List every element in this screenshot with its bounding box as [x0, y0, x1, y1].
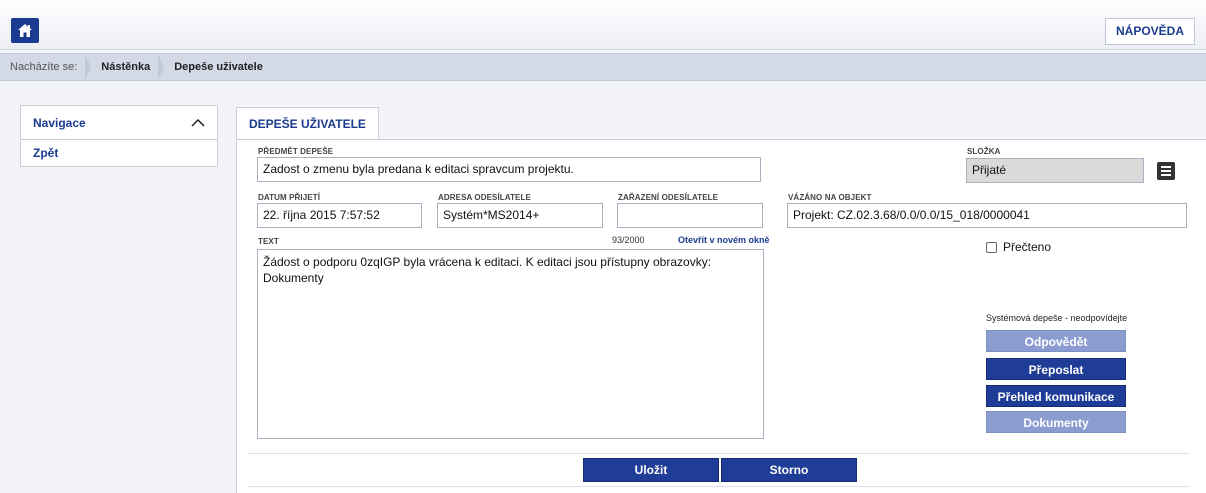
help-button[interactable]: NÁPOVĚDA	[1104, 18, 1195, 45]
text-label: TEXT	[258, 237, 279, 246]
subject-field[interactable]: Zadost o zmenu byla predana k editaci sp…	[257, 157, 761, 182]
folder-label: SLOŽKA	[967, 147, 1001, 156]
divider-top	[247, 453, 1189, 454]
divider-bottom	[247, 486, 1189, 487]
breadcrumb-label: Nacházíte se:	[0, 54, 92, 80]
home-button[interactable]	[11, 18, 39, 43]
received-date-label: DATUM PŘIJETÍ	[258, 193, 321, 202]
cancel-button[interactable]: Storno	[721, 458, 857, 482]
system-message-note: Systémová depeše - neodpovídejte	[986, 313, 1128, 323]
sender-address-label: ADRESA ODESÍLATELE	[438, 193, 531, 202]
forward-button[interactable]: Přeposlat	[986, 358, 1126, 380]
open-in-new-window-link[interactable]: Otevřít v novém okně	[678, 235, 770, 245]
nav-item-back[interactable]: Zpět	[21, 140, 217, 166]
chevron-up-icon	[191, 118, 205, 127]
character-counter: 93/2000	[612, 235, 645, 245]
communication-overview-button[interactable]: Přehled komunikace	[986, 385, 1126, 407]
bound-object-field[interactable]: Projekt: CZ.02.3.68/0.0/0.0/15_018/00000…	[787, 203, 1187, 228]
sender-address-field[interactable]: Systém*MS2014+	[437, 203, 603, 228]
top-bar: NÁPOVĚDA	[0, 0, 1206, 50]
breadcrumb: Nacházíte se: Nástěnka Depeše uživatele	[0, 53, 1206, 81]
received-date-field[interactable]: 22. října 2015 7:57:52	[257, 203, 422, 228]
tab-depese-uzivatele[interactable]: DEPEŠE UŽIVATELE	[236, 107, 379, 140]
navigation-title: Navigace	[33, 115, 86, 130]
home-icon	[18, 24, 32, 37]
save-button[interactable]: Uložit	[583, 458, 719, 482]
text-area[interactable]: Žádost o podporu 0zqIGP byla vrácena k e…	[257, 249, 764, 439]
folder-field[interactable]: Přijaté	[966, 158, 1144, 183]
sender-category-field[interactable]	[617, 203, 763, 228]
breadcrumb-item-current: Depeše uživatele	[174, 61, 263, 73]
list-icon[interactable]	[1157, 162, 1175, 180]
read-checkbox-label: Přečteno	[1003, 240, 1052, 254]
sender-category-label: ZAŘAZENÍ ODESÍLATELE	[618, 193, 719, 202]
read-checkbox[interactable]	[986, 241, 997, 253]
reply-button[interactable]: Odpovědět	[986, 330, 1126, 352]
subject-label: PŘEDMĚT DEPEŠE	[258, 147, 334, 156]
bound-object-label: VÁZÁNO NA OBJEKT	[788, 193, 872, 202]
breadcrumb-item-nastenka[interactable]: Nástěnka	[91, 54, 165, 80]
navigation-panel: Navigace Zpět	[20, 105, 218, 167]
read-checkbox-row[interactable]: Přečteno	[986, 240, 1051, 254]
documents-button[interactable]: Dokumenty	[986, 411, 1126, 433]
navigation-header[interactable]: Navigace	[21, 106, 217, 140]
